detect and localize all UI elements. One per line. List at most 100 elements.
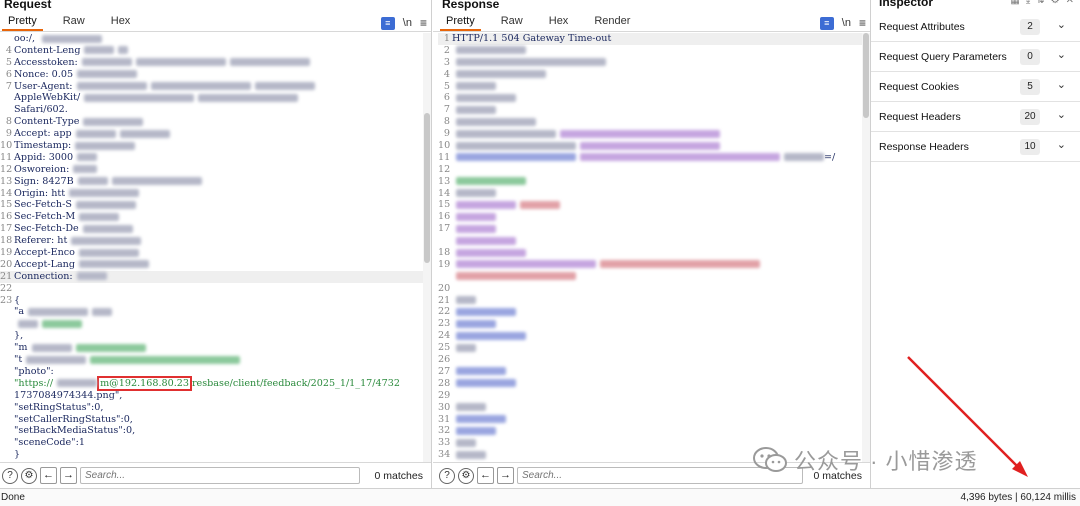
line-number: 25	[438, 342, 451, 354]
tab-raw[interactable]: Raw	[495, 13, 529, 31]
line-number: 18	[438, 247, 451, 259]
line-number	[0, 330, 13, 342]
chevron-down-icon[interactable]: ⌄	[1057, 48, 1066, 61]
redacted-text	[456, 272, 576, 281]
tab-pretty[interactable]: Pretty	[440, 13, 481, 31]
redacted-text	[42, 319, 82, 328]
request-scrollbar[interactable]	[423, 33, 431, 462]
request-search-input[interactable]	[80, 467, 360, 484]
code-text	[451, 128, 720, 140]
response-stats: 4,396 bytes | 60,124 millis	[960, 492, 1076, 503]
prev-match-button[interactable]: ←	[477, 467, 494, 484]
code-line	[438, 271, 870, 283]
code-text: oo:/,	[13, 33, 103, 45]
sort-icon[interactable]: ⇅	[1036, 0, 1044, 6]
chevron-down-icon[interactable]: ⌄	[1057, 108, 1066, 121]
wrap-icon[interactable]: ≡	[819, 16, 834, 30]
code-text	[451, 437, 476, 449]
chevron-down-icon[interactable]: ⌄	[1057, 78, 1066, 91]
code-line: 2	[438, 45, 870, 57]
code-text: "sceneCode":1	[14, 437, 85, 449]
code-text	[451, 295, 476, 307]
download-icon[interactable]: ⤓	[1026, 0, 1030, 6]
code-line: "setRingStatus":0,	[0, 402, 431, 414]
request-editor[interactable]: oo:/, 4 Content-Leng 5 Accesstoken: 6 Nonce: …	[0, 33, 431, 462]
tab-hex[interactable]: Hex	[543, 13, 575, 31]
response-scroll-thumb[interactable]	[863, 33, 869, 118]
code-line: Safari/602.	[0, 104, 431, 116]
count-badge: 0	[1020, 49, 1040, 65]
tab-pretty[interactable]: Pretty	[2, 13, 43, 31]
request-tabs: Pretty Raw Hex	[0, 14, 431, 32]
line-number	[0, 449, 13, 461]
code-line: 11 =/	[438, 152, 870, 164]
newline-toggle[interactable]: \n	[842, 17, 851, 29]
next-match-button[interactable]: →	[497, 467, 514, 484]
inspector-panel: Inspector ▦ ⤓ ⇅ ⚙ ✕ Request Attributes 2…	[871, 0, 1080, 488]
redacted-text	[456, 331, 526, 340]
newline-toggle[interactable]: \n	[403, 17, 412, 29]
prev-match-button[interactable]: ←	[40, 467, 57, 484]
response-panel: Response Pretty Raw Hex Render ≡ \n ≡ 1H…	[433, 0, 871, 488]
chevron-down-icon[interactable]: ⌄	[1057, 138, 1066, 151]
code-text: Sec-Fetch-De	[13, 223, 133, 235]
code-line: "photo":	[0, 366, 431, 378]
redacted-text	[456, 82, 496, 91]
inspector-row-response-headers[interactable]: Response Headers 10 ⌄	[871, 132, 1080, 162]
tab-raw[interactable]: Raw	[57, 13, 91, 31]
redacted-text	[18, 319, 38, 328]
line-number: 5	[443, 80, 450, 92]
layout-icon[interactable]: ▦	[1010, 0, 1019, 6]
next-match-button[interactable]: →	[60, 467, 77, 484]
code-line: 1737084974344.png",	[0, 390, 431, 402]
settings-icon[interactable]: ⚙	[1051, 0, 1060, 6]
line-number: 19	[438, 258, 451, 270]
line-number: 22	[438, 306, 451, 318]
code-text: Timestamp:	[13, 140, 136, 152]
code-line: 19	[438, 259, 870, 271]
gear-icon[interactable]: ⚙	[21, 467, 37, 484]
code-line: 15	[438, 199, 870, 211]
redacted-text	[81, 58, 132, 67]
line-number: 14	[0, 187, 13, 199]
code-line: 17 Sec-Fetch-De	[0, 223, 431, 235]
line-number: 12	[438, 163, 451, 175]
line-number	[0, 92, 13, 104]
redacted-text	[600, 260, 760, 269]
redacted-text	[77, 70, 138, 79]
redacted-text	[456, 248, 526, 257]
wrap-icon[interactable]: ≡	[380, 16, 395, 30]
help-icon[interactable]: ?	[2, 467, 18, 484]
inspector-row-cookies[interactable]: Request Cookies 5 ⌄	[871, 72, 1080, 102]
line-number: 29	[438, 389, 451, 401]
redacted-text	[119, 129, 170, 138]
inspector-row-query-parameters[interactable]: Request Query Parameters 0 ⌄	[871, 42, 1080, 72]
code-line: 20	[438, 283, 870, 295]
tab-hex[interactable]: Hex	[105, 13, 137, 31]
request-scroll-thumb[interactable]	[424, 113, 430, 263]
request-search-bar: ? ⚙ ← → 0 matches	[0, 462, 431, 488]
chevron-down-icon[interactable]: ⌄	[1057, 18, 1066, 31]
help-icon[interactable]: ?	[439, 467, 455, 484]
inspector-row-request-attributes[interactable]: Request Attributes 2 ⌄	[871, 12, 1080, 42]
line-number: 17	[0, 223, 13, 235]
gear-icon[interactable]: ⚙	[458, 467, 474, 484]
tab-render[interactable]: Render	[588, 13, 636, 31]
code-line: 8	[438, 116, 870, 128]
response-editor[interactable]: 1 HTTP/1.1 504 Gateway Time-out 2 3 4 5 6 7 8 9 10…	[433, 33, 870, 462]
code-line: }	[0, 449, 431, 461]
menu-icon[interactable]: ≡	[859, 16, 866, 30]
code-text: Accept: app	[13, 128, 170, 140]
redacted-text	[456, 58, 606, 67]
menu-icon[interactable]: ≡	[420, 16, 427, 30]
redacted-text	[57, 379, 98, 388]
response-scrollbar[interactable]	[862, 33, 870, 462]
code-line: 4 Content-Leng	[0, 45, 431, 57]
line-number: 7	[443, 104, 450, 116]
inspector-row-request-headers[interactable]: Request Headers 20 ⌄	[871, 102, 1080, 132]
line-number: 27	[438, 365, 451, 377]
close-icon[interactable]: ✕	[1066, 0, 1074, 6]
code-text: Content-Type	[13, 116, 144, 128]
redacted-text	[75, 200, 136, 209]
